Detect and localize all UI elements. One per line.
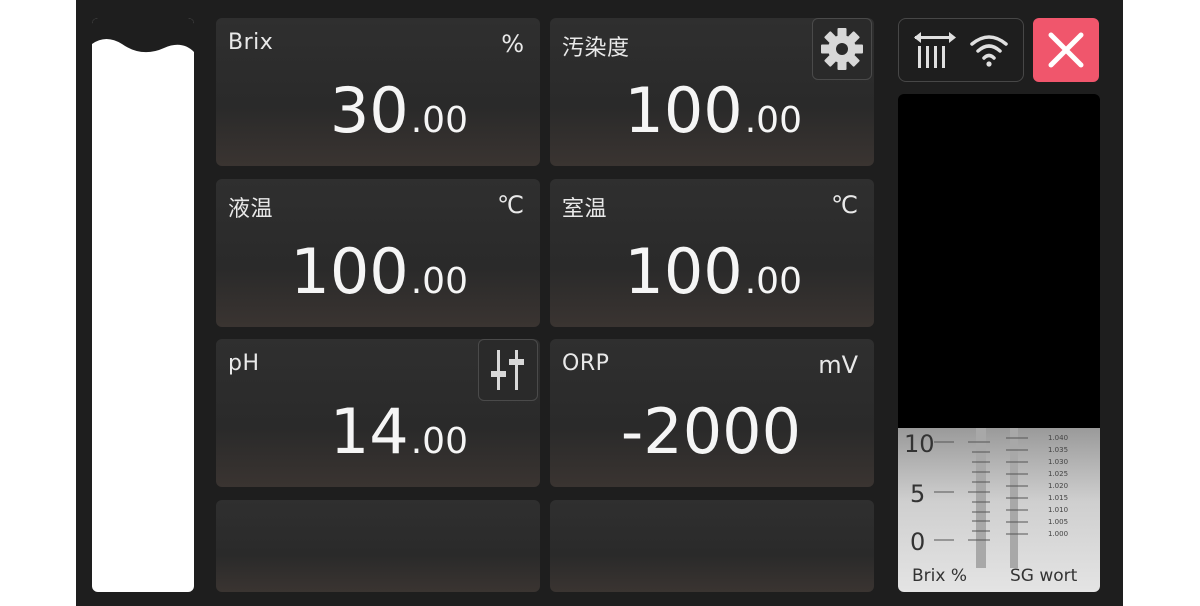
sg-tick-label: 1.015 (1048, 494, 1069, 502)
liquid-temp-tile[interactable]: 液温 ℃ 100.00 (216, 179, 540, 327)
sg-tick-label: 1.000 (1048, 530, 1069, 538)
value-int: 14 (329, 395, 409, 468)
settings-button[interactable] (812, 18, 872, 80)
sg-tick-label: 1.005 (1048, 518, 1069, 526)
ph-tile[interactable]: pH 14.00 (216, 339, 540, 487)
tile-unit: ℃ (497, 191, 524, 219)
liquid-wave (92, 18, 194, 53)
brix-caption: Brix % (912, 566, 967, 586)
sg-tick-label: 1.010 (1048, 506, 1069, 514)
tile-label: ORP (562, 351, 610, 376)
value-dec: .00 (410, 100, 468, 141)
sg-tick-label: 1.035 (1048, 446, 1069, 454)
sg-tick-label: 1.040 (1048, 434, 1069, 442)
value-dec: .00 (410, 261, 468, 302)
close-icon (1048, 32, 1084, 68)
sg-tick-label: 1.030 (1048, 458, 1069, 466)
tile-unit: mV (818, 351, 858, 379)
value-dec: .00 (744, 261, 802, 302)
value-dec: .00 (410, 421, 468, 462)
connection-status[interactable] (898, 18, 1024, 82)
value-int: 100 (624, 74, 743, 147)
wifi-icon (970, 35, 1008, 67)
value-int: 30 (329, 74, 409, 147)
gear-icon (821, 28, 863, 70)
brix-tile[interactable]: Brix % 30.00 (216, 18, 540, 166)
tile-label: 液温 (228, 197, 274, 222)
tile-label: 室温 (562, 197, 608, 222)
value-dec: .00 (744, 100, 802, 141)
tile-value: 100.00 (624, 241, 802, 303)
adjust-button[interactable] (478, 339, 538, 401)
sg-caption: SG wort (1010, 566, 1078, 586)
tile-unit: % (501, 30, 524, 58)
value-int: 100 (624, 235, 743, 308)
device-screen: Brix % 30.00 汚染度 100.00 液温 ℃ 100.00 室温 ℃… (76, 0, 1123, 606)
level-indicator (92, 18, 194, 592)
empty-tile (216, 500, 540, 592)
tile-value: 100.00 (624, 80, 802, 142)
refractometer-scale: 10 5 0 1.040 1.035 1.030 1.025 1.020 1.0… (898, 428, 1100, 592)
refractometer-view: 10 5 0 1.040 1.035 1.030 1.025 1.020 1.0… (898, 94, 1100, 592)
tile-value: -2000 (550, 401, 874, 463)
value-int: -2000 (620, 395, 802, 468)
sliders-icon (491, 350, 524, 390)
tile-unit: ℃ (831, 191, 858, 219)
tile-value: 100.00 (290, 241, 468, 303)
tile-label: 汚染度 (562, 36, 630, 61)
value-int: 100 (290, 235, 409, 308)
transfer-icon (914, 32, 956, 68)
room-temp-tile[interactable]: 室温 ℃ 100.00 (550, 179, 874, 327)
close-button[interactable] (1033, 18, 1099, 82)
orp-tile[interactable]: ORP mV -2000 (550, 339, 874, 487)
tile-label: pH (228, 351, 260, 376)
sg-tick-label: 1.025 (1048, 470, 1069, 478)
sg-tick-label: 1.020 (1048, 482, 1069, 490)
tile-value: 14.00 (330, 401, 468, 463)
contamination-tile[interactable]: 汚染度 100.00 (550, 18, 874, 166)
tile-value: 30.00 (330, 80, 468, 142)
tile-label: Brix (228, 30, 274, 55)
empty-tile (550, 500, 874, 592)
